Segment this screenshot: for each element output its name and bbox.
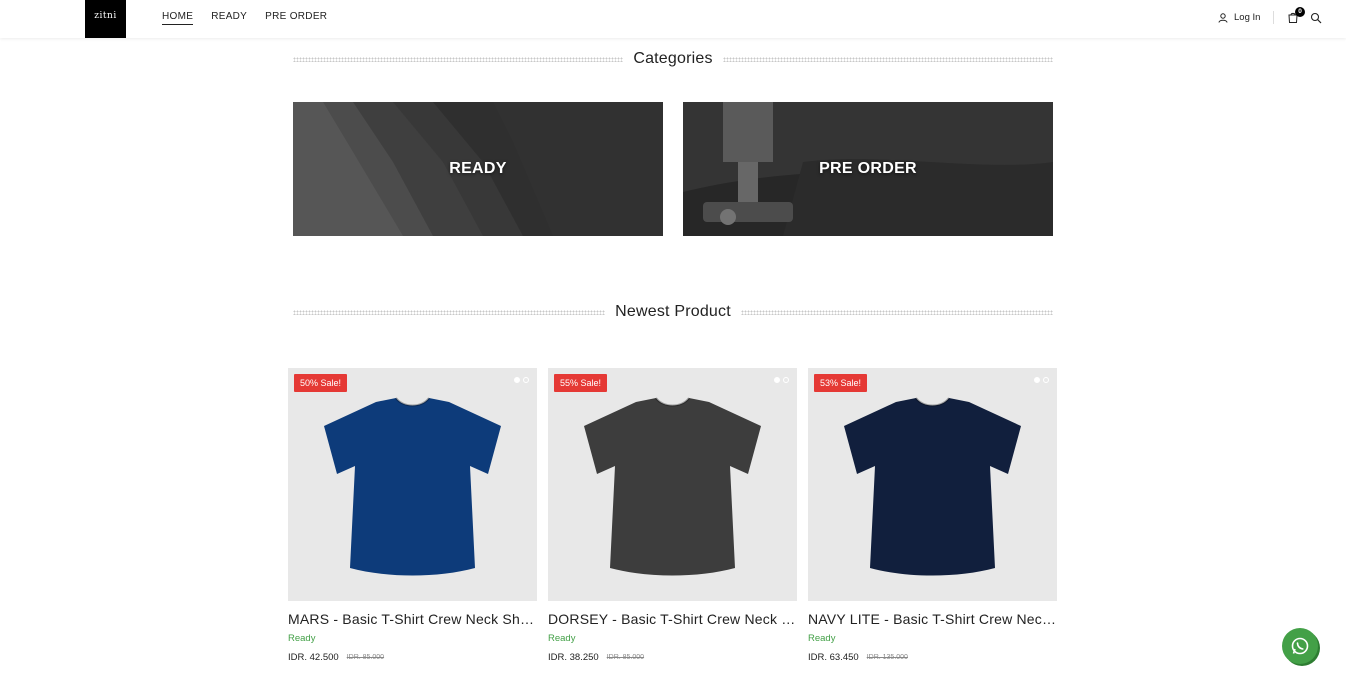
original-price: IDR. 135.000 bbox=[866, 654, 908, 661]
product-status: Ready bbox=[808, 633, 836, 644]
product-price: IDR. 42.500 IDR. 85.000 bbox=[288, 652, 537, 663]
original-price: IDR. 85.000 bbox=[346, 654, 385, 661]
carousel-dot[interactable] bbox=[514, 377, 520, 383]
category-label-ready: READY bbox=[449, 160, 507, 177]
header-divider bbox=[1273, 11, 1274, 24]
tshirt-icon bbox=[584, 397, 761, 576]
site-logo[interactable]: zitni bbox=[85, 0, 126, 38]
newest-heading: Newest Product bbox=[293, 303, 1053, 321]
categories-title: Categories bbox=[633, 50, 713, 67]
logo-text: zitni bbox=[94, 11, 117, 21]
current-price: IDR. 63.450 bbox=[808, 652, 859, 663]
product-name[interactable]: NAVY LITE - Basic T-Shirt Crew Neck Shor… bbox=[808, 611, 1057, 627]
header-actions: Log In 0 bbox=[1206, 0, 1346, 38]
category-label-pre-order: PRE ORDER bbox=[819, 160, 917, 177]
main-nav: HOME READY PRE ORDER bbox=[162, 11, 327, 25]
heading-decor-line bbox=[293, 309, 606, 315]
categories-heading: Categories bbox=[293, 50, 1053, 68]
original-price: IDR. 85.000 bbox=[606, 654, 645, 661]
current-price: IDR. 42.500 bbox=[288, 652, 339, 663]
product-name[interactable]: MARS - Basic T-Shirt Crew Neck Short Sle… bbox=[288, 611, 537, 627]
product-status: Ready bbox=[548, 633, 576, 644]
login-label: Log In bbox=[1234, 12, 1261, 23]
product-image[interactable]: 53% Sale! bbox=[808, 368, 1057, 601]
carousel-dot[interactable] bbox=[1043, 377, 1049, 383]
whatsapp-button[interactable] bbox=[1282, 628, 1318, 664]
tshirt-icon bbox=[324, 397, 501, 576]
sale-badge: 55% Sale! bbox=[554, 374, 608, 392]
product-price: IDR. 63.450 IDR. 135.000 bbox=[808, 652, 1057, 663]
nav-home[interactable]: HOME bbox=[162, 11, 194, 25]
product-card[interactable]: 50% Sale! MARS - Basic T-Shirt Crew Neck… bbox=[288, 368, 537, 663]
current-price: IDR. 38.250 bbox=[548, 652, 599, 663]
product-price: IDR. 38.250 IDR. 85.000 bbox=[548, 652, 797, 663]
heading-decor-line bbox=[722, 56, 1053, 62]
site-header: zitni HOME READY PRE ORDER Log In 0 bbox=[0, 0, 1346, 38]
heading-decor-line bbox=[740, 309, 1053, 315]
carousel-dot[interactable] bbox=[783, 377, 789, 383]
newest-title: Newest Product bbox=[615, 303, 731, 320]
product-status: Ready bbox=[288, 633, 316, 644]
nav-pre-order[interactable]: PRE ORDER bbox=[265, 11, 327, 25]
carousel-dot[interactable] bbox=[523, 377, 529, 383]
product-card[interactable]: 53% Sale! NAVY LITE - Basic T-Shirt Crew… bbox=[808, 368, 1057, 663]
image-carousel-dots bbox=[774, 377, 789, 383]
login-link[interactable]: Log In bbox=[1218, 12, 1260, 23]
user-icon bbox=[1218, 12, 1228, 23]
category-card-pre-order[interactable]: PRE ORDER bbox=[683, 102, 1053, 236]
carousel-dot[interactable] bbox=[774, 377, 780, 383]
cart-count-badge: 0 bbox=[1295, 7, 1305, 17]
heading-decor-line bbox=[293, 56, 624, 62]
sale-badge: 50% Sale! bbox=[294, 374, 348, 392]
category-card-ready[interactable]: READY bbox=[293, 102, 663, 236]
product-card[interactable]: 55% Sale! DORSEY - Basic T-Shirt Crew Ne… bbox=[548, 368, 797, 663]
tshirt-icon bbox=[844, 397, 1021, 576]
product-image[interactable]: 50% Sale! bbox=[288, 368, 537, 601]
image-carousel-dots bbox=[514, 377, 529, 383]
product-name[interactable]: DORSEY - Basic T-Shirt Crew Neck Short S… bbox=[548, 611, 797, 627]
whatsapp-icon bbox=[1291, 637, 1309, 655]
nav-ready[interactable]: READY bbox=[211, 11, 247, 25]
product-image[interactable]: 55% Sale! bbox=[548, 368, 797, 601]
search-icon[interactable] bbox=[1310, 12, 1322, 24]
carousel-dot[interactable] bbox=[1034, 377, 1040, 383]
image-carousel-dots bbox=[1034, 377, 1049, 383]
sale-badge: 53% Sale! bbox=[814, 374, 868, 392]
